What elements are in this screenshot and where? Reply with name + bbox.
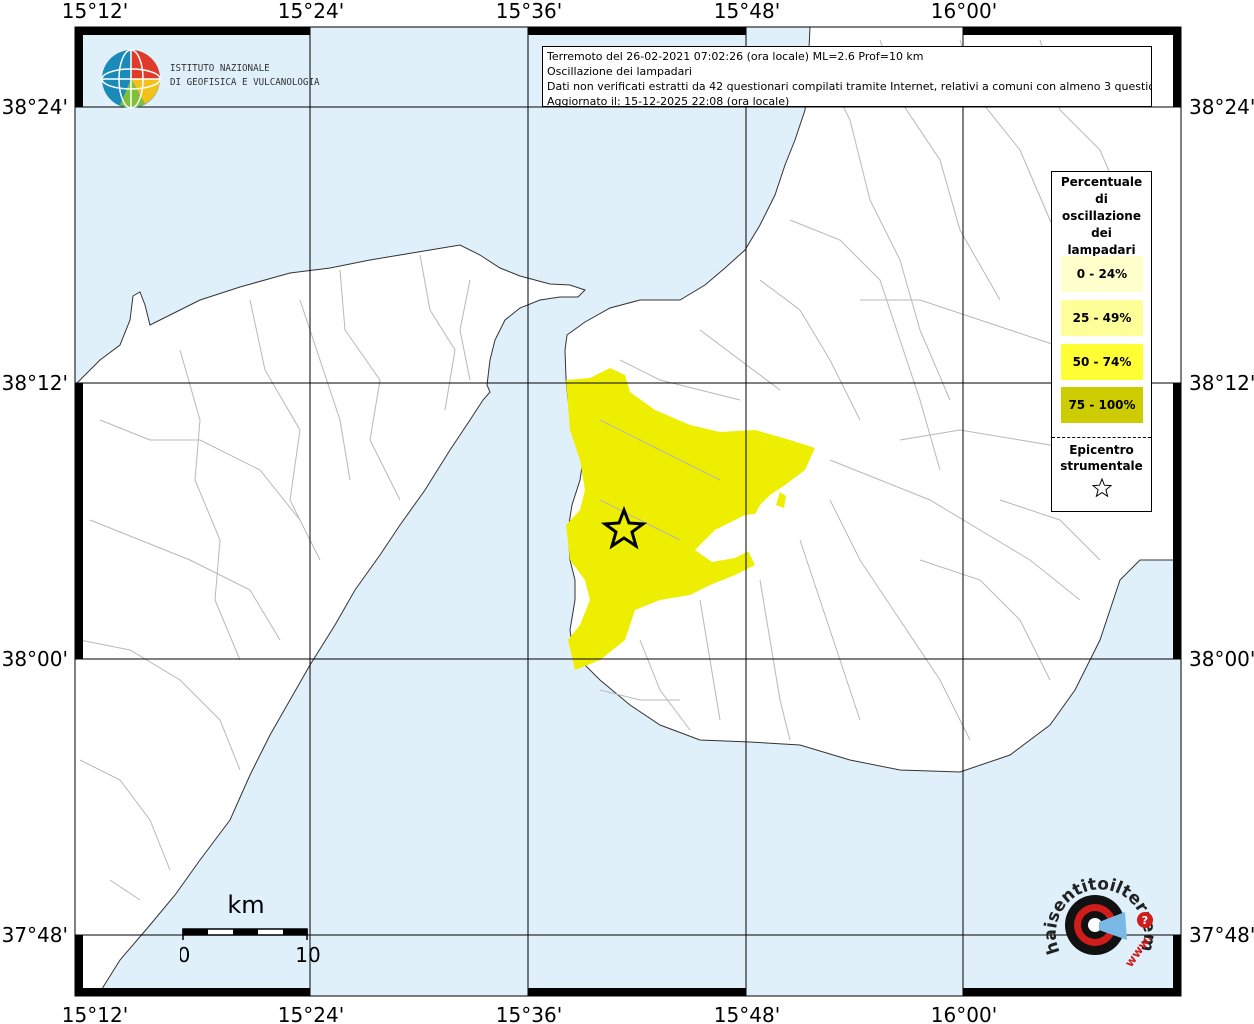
legend-item-3: 75 - 100% (1061, 387, 1143, 423)
legend-separator (1052, 437, 1151, 438)
ingv-name-line2: DI GEOFISICA E VULCANOLOGIA (170, 77, 320, 88)
epicenter-label-line: Epicentro (1069, 443, 1134, 457)
lat-label: 37°48' (2, 923, 68, 947)
event-info-box: Terremoto del 26-02-2021 07:02:26 (ora l… (542, 46, 1152, 107)
data-note-line: Dati non verificati estratti da 42 quest… (547, 80, 1152, 93)
latitude-labels-right: 38°24' 38°12' 38°00' 37°48' (1189, 95, 1254, 947)
lon-label: 15°24' (278, 1003, 344, 1024)
lat-label: 38°00' (1189, 647, 1254, 671)
lon-label: 15°48' (714, 1003, 780, 1024)
longitude-labels-bottom: 15°12' 15°24' 15°36' 15°48' 16°00' (62, 1003, 997, 1024)
event-line: Terremoto del 26-02-2021 07:02:26 (ora l… (547, 50, 924, 63)
legend-title-line: di (1095, 192, 1108, 206)
lon-label: 15°48' (714, 0, 780, 23)
legend-item-2: 50 - 74% (1061, 344, 1143, 380)
epicenter-label-line: strumentale (1060, 459, 1143, 473)
lon-label: 15°12' (62, 0, 128, 23)
map-type-line: Oscillazione dei lampadari (547, 65, 692, 78)
globe-icon (101, 49, 161, 109)
ingv-logo: ISTITUTO NAZIONALE DI GEOFISICA E VULCAN… (100, 48, 330, 110)
legend-item-1: 25 - 49% (1061, 300, 1143, 336)
latitude-labels-left: 38°24' 38°12' 38°00' 37°48' (2, 95, 68, 947)
epicenter-label: Epicentro strumentale (1052, 442, 1151, 474)
lon-label: 16°00' (931, 1003, 997, 1024)
legend-item-0: 0 - 24% (1061, 256, 1143, 292)
updated-line: Aggiornato il: 15-12-2025 22:08 (ora loc… (547, 95, 790, 107)
scale-unit: km (227, 891, 264, 919)
scale-max: 10 (295, 943, 320, 967)
lat-label: 38°12' (2, 371, 68, 395)
lon-label: 15°36' (496, 0, 562, 23)
legend: Percentuale di oscillazione dei lampadar… (1051, 171, 1152, 512)
svg-text:?: ? (1142, 914, 1148, 927)
legend-title-line: dei (1091, 226, 1112, 240)
lat-label: 38°24' (2, 95, 68, 119)
haisentito-logo: haisentitoilterremoto.it www. ? (1029, 845, 1165, 990)
lat-label: 37°48' (1189, 923, 1254, 947)
lon-label: 15°12' (62, 1003, 128, 1024)
lon-label: 16°00' (931, 0, 997, 23)
legend-title-line: Percentuale (1060, 175, 1143, 189)
lat-label: 38°12' (1189, 371, 1254, 395)
legend-title-line: oscillazione (1062, 209, 1141, 223)
lon-label: 15°24' (278, 0, 344, 23)
ingv-name-line1: ISTITUTO NAZIONALE (170, 63, 270, 74)
longitude-labels-top: 15°12' 15°24' 15°36' 15°48' 16°00' (62, 0, 997, 23)
lon-label: 15°36' (496, 1003, 562, 1024)
lat-label: 38°00' (2, 647, 68, 671)
lat-label: 38°24' (1189, 95, 1254, 119)
scale-min: 0 (180, 943, 190, 967)
star-outline-icon (1052, 477, 1151, 501)
legend-title: Percentuale di oscillazione dei lampadar… (1052, 172, 1151, 259)
scale-bar: km 0 10 (178, 888, 321, 968)
